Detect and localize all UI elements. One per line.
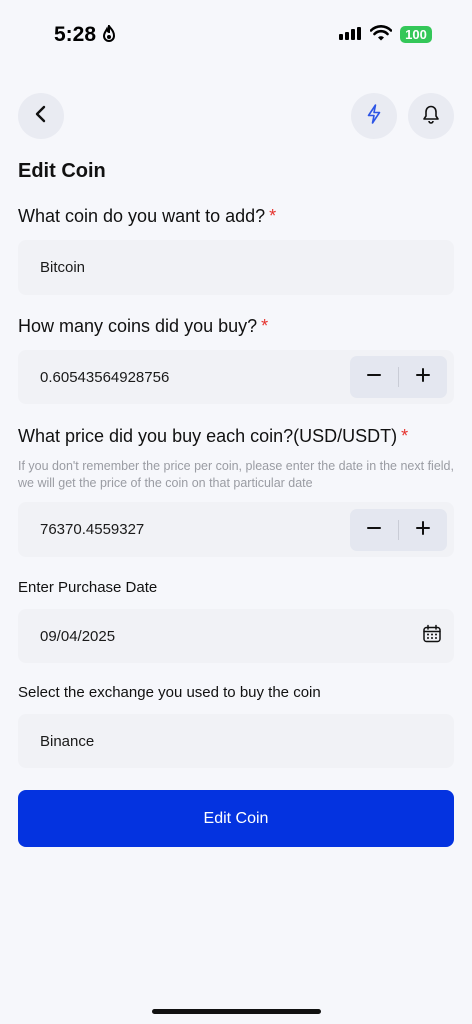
timer-icon: [102, 22, 116, 48]
coin-label-text: What coin do you want to add?: [18, 206, 266, 226]
cellular-signal-icon: [339, 27, 361, 40]
quantity-increment-button[interactable]: [399, 356, 447, 398]
date-label: Enter Purchase Date: [18, 579, 158, 596]
notification-button[interactable]: [408, 93, 454, 139]
page-title: Edit Coin: [18, 160, 106, 182]
required-marker: *: [401, 426, 409, 446]
coin-input[interactable]: Bitcoin: [18, 240, 454, 295]
date-value: 09/04/2025: [40, 627, 116, 645]
minus-icon: [366, 520, 382, 540]
quantity-decrement-button[interactable]: [350, 356, 398, 398]
bell-icon: [421, 104, 441, 129]
quantity-stepper: [350, 356, 447, 398]
battery-indicator: 100: [400, 26, 432, 43]
lightning-icon: [366, 103, 382, 129]
coin-label: What coin do you want to add? *: [18, 206, 276, 227]
minus-icon: [366, 367, 382, 387]
price-increment-button[interactable]: [399, 509, 447, 551]
quantity-input[interactable]: 0.60543564928756: [18, 350, 454, 404]
price-helper-text: If you don't remember the price per coin…: [18, 459, 454, 490]
exchange-input[interactable]: Binance: [18, 714, 454, 768]
plus-icon: [415, 367, 431, 387]
price-input[interactable]: 76370.4559327: [18, 502, 454, 557]
quantity-label-text: How many coins did you buy?: [18, 316, 258, 336]
quantity-label: How many coins did you buy? *: [18, 316, 268, 337]
price-decrement-button[interactable]: [350, 509, 398, 551]
status-bar: 5:28 100: [0, 0, 472, 70]
status-time: 5:28: [54, 23, 97, 46]
flash-button[interactable]: [351, 93, 397, 139]
exchange-value: Binance: [40, 732, 95, 750]
price-stepper: [350, 508, 447, 551]
home-indicator[interactable]: [152, 1009, 321, 1014]
exchange-label: Select the exchange you used to buy the …: [18, 684, 321, 701]
required-marker: *: [261, 316, 269, 336]
calendar-icon[interactable]: [422, 624, 442, 648]
required-marker: *: [269, 206, 277, 226]
plus-icon: [415, 520, 431, 540]
edit-coin-button[interactable]: Edit Coin: [18, 790, 454, 847]
purchase-date-input[interactable]: 09/04/2025: [18, 609, 454, 663]
price-label: What price did you buy each coin?(USD/US…: [18, 426, 408, 447]
price-label-text: What price did you buy each coin?(USD/US…: [18, 426, 398, 446]
wifi-icon: [369, 25, 393, 46]
coin-value: Bitcoin: [40, 259, 86, 276]
chevron-left-icon: [34, 104, 48, 129]
back-button[interactable]: [18, 93, 64, 139]
